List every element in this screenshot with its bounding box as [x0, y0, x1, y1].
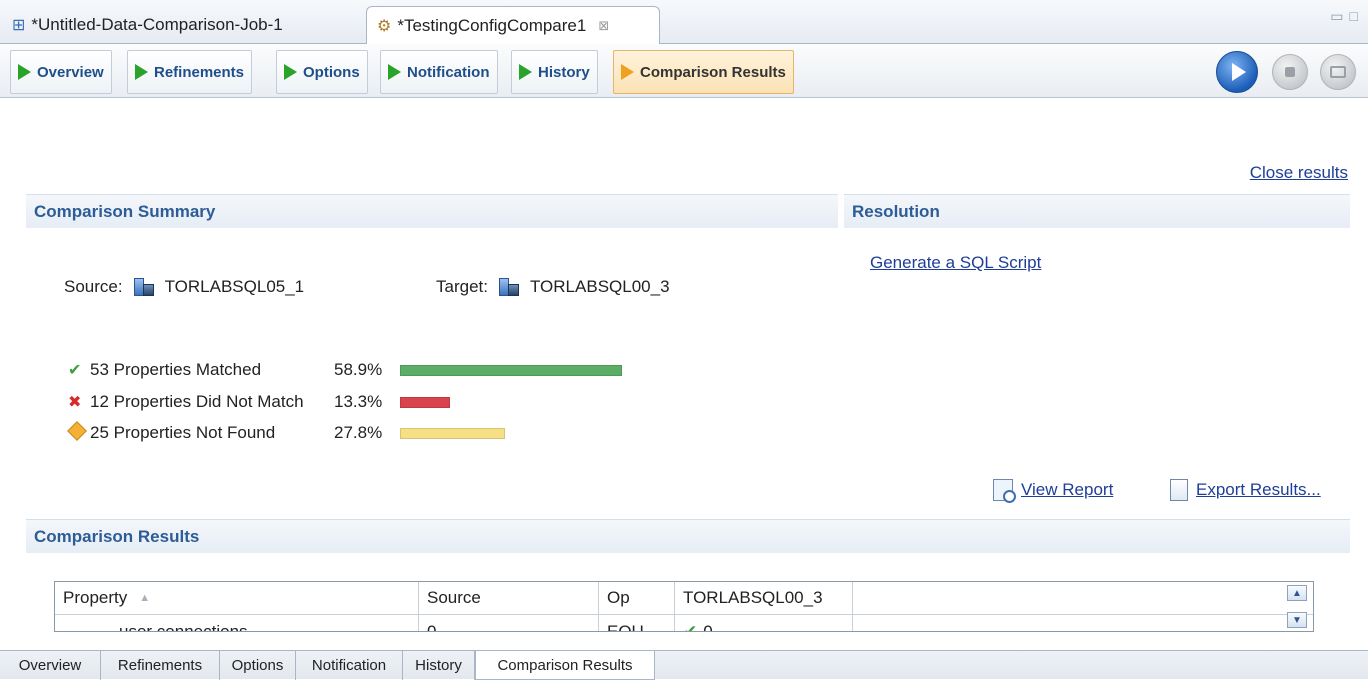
check-icon: ✔	[683, 621, 698, 632]
warning-icon	[67, 420, 90, 443]
stat-matched: ✔ 53 Properties Matched 58.9%	[68, 358, 622, 382]
arrow-right-icon	[519, 64, 532, 80]
column-header-target[interactable]: TORLABSQL00_3	[675, 582, 853, 614]
source-value: TORLABSQL05_1	[164, 277, 305, 296]
server-icon	[133, 277, 155, 297]
bottom-tab-bar: Overview Refinements Options Notificatio…	[0, 650, 1368, 680]
nav-notification[interactable]: Notification	[380, 50, 498, 94]
arrow-right-icon	[284, 64, 297, 80]
editor-tab-data-comparison-job[interactable]: ⊞ *Untitled-Data-Comparison-Job-1	[2, 6, 362, 44]
column-label: Op	[607, 588, 630, 607]
nav-label: Comparison Results	[640, 63, 786, 81]
nav-label: Refinements	[154, 63, 245, 81]
generate-sql-script-link[interactable]: Generate a SQL Script	[870, 253, 1041, 273]
column-label: TORLABSQL00_3	[683, 588, 823, 607]
cross-icon: ✖	[68, 394, 82, 411]
nav-label: Notification	[407, 63, 490, 81]
column-header-property[interactable]: Property ▲	[55, 582, 419, 614]
source-label: Source:	[64, 277, 123, 296]
config-compare-icon: ⚙	[377, 18, 392, 35]
column-header-empty	[853, 582, 1313, 614]
bottom-tab-overview[interactable]: Overview	[0, 651, 101, 680]
bottom-tab-comparison-results[interactable]: Comparison Results	[475, 651, 655, 680]
arrow-right-icon	[135, 64, 148, 80]
arrow-right-icon	[18, 64, 31, 80]
stat-percent: 27.8%	[334, 423, 383, 442]
stat-label: 25 Properties Not Found	[90, 423, 276, 442]
source-info: Source: TORLABSQL05_1	[64, 277, 304, 297]
cell-empty	[853, 615, 1313, 631]
table-header-row: Property ▲ Source Op TORLABSQL00_3	[55, 582, 1313, 615]
run-button[interactable]	[1216, 51, 1258, 93]
close-results-link[interactable]: Close results	[1250, 163, 1348, 183]
minimize-icon[interactable]: ▭	[1330, 8, 1343, 25]
scroll-down-button[interactable]: ▼	[1287, 612, 1307, 628]
cell-target: ✔ 0	[675, 615, 853, 632]
table-row[interactable]: user connections 0 EQU ✔ 0	[55, 615, 1313, 632]
cell-target-value: 0	[703, 621, 713, 632]
nav-label: Overview	[37, 63, 104, 81]
cell-property: user connections	[55, 615, 419, 631]
column-label: Property	[63, 588, 128, 607]
target-label: Target:	[436, 277, 488, 296]
bottom-tab-options[interactable]: Options	[220, 651, 296, 680]
sort-ascending-icon: ▲	[139, 592, 151, 604]
stat-percent: 58.9%	[334, 360, 383, 379]
window-controls: ▭ □	[1330, 8, 1358, 25]
target-value: TORLABSQL00_3	[529, 277, 670, 296]
arrow-right-icon	[621, 64, 634, 80]
check-icon: ✔	[68, 362, 82, 379]
stat-bar	[400, 427, 505, 439]
close-tab-icon[interactable]: ⊠	[598, 18, 609, 34]
export-results-action[interactable]: Export Results...	[1170, 479, 1321, 501]
bottom-tab-refinements[interactable]: Refinements	[101, 651, 220, 680]
stat-percent: 13.3%	[334, 392, 383, 411]
column-header-source[interactable]: Source	[419, 582, 599, 614]
stop-icon	[1285, 67, 1295, 77]
view-report-link[interactable]: View Report	[1021, 480, 1113, 500]
stat-not-found: 25 Properties Not Found 27.8%	[67, 420, 505, 445]
comparison-results-header: Comparison Results	[26, 519, 1350, 553]
comparison-summary-header: Comparison Summary	[26, 194, 838, 228]
target-info: Target: TORLABSQL00_3	[436, 277, 670, 297]
play-icon	[1232, 63, 1246, 81]
nav-comparison-results[interactable]: Comparison Results	[613, 50, 794, 94]
nav-overview[interactable]: Overview	[10, 50, 112, 94]
job-icon: ⊞	[12, 17, 26, 34]
editor-tab-label: *Untitled-Data-Comparison-Job-1	[31, 15, 283, 34]
editor-tab-testing-config-compare[interactable]: ⚙ *TestingConfigCompare1 ⊠	[366, 6, 660, 45]
scroll-up-button[interactable]: ▲	[1287, 585, 1307, 601]
nav-options[interactable]: Options	[276, 50, 368, 94]
column-label: Source	[427, 588, 481, 607]
cell-source: 0	[419, 615, 599, 631]
nav-refinements[interactable]: Refinements	[127, 50, 253, 94]
stat-bar	[400, 364, 622, 376]
report-icon	[993, 479, 1016, 503]
nav-label: Options	[303, 63, 360, 81]
export-icon	[1170, 479, 1188, 501]
maximize-icon[interactable]: □	[1350, 8, 1358, 25]
stat-label: 53 Properties Matched	[90, 360, 262, 379]
view-report-action[interactable]: View Report	[993, 479, 1113, 503]
stop-button[interactable]	[1272, 54, 1308, 90]
bottom-tab-history[interactable]: History	[403, 651, 475, 680]
results-table: Property ▲ Source Op TORLABSQL00_3 user …	[54, 581, 1314, 632]
server-icon	[498, 277, 520, 297]
column-header-op[interactable]: Op	[599, 582, 675, 614]
nav-label: History	[538, 63, 590, 81]
editor-tab-label: *TestingConfigCompare1	[397, 16, 587, 35]
stat-label: 12 Properties Did Not Match	[90, 392, 304, 411]
bottom-tab-notification[interactable]: Notification	[296, 651, 403, 680]
cell-op: EQU	[599, 615, 675, 631]
resolution-header: Resolution	[844, 194, 1350, 228]
console-icon	[1330, 66, 1346, 78]
nav-history[interactable]: History	[511, 50, 598, 94]
stat-bar	[400, 396, 450, 408]
arrow-right-icon	[388, 64, 401, 80]
stat-did-not-match: ✖ 12 Properties Did Not Match 13.3%	[68, 390, 450, 414]
section-nav-bar: Overview Refinements Options Notificatio…	[0, 44, 1368, 98]
console-button[interactable]	[1320, 54, 1356, 90]
editor-tab-strip: ⊞ *Untitled-Data-Comparison-Job-1 ⚙ *Tes…	[0, 0, 1368, 45]
export-results-link[interactable]: Export Results...	[1196, 480, 1321, 500]
